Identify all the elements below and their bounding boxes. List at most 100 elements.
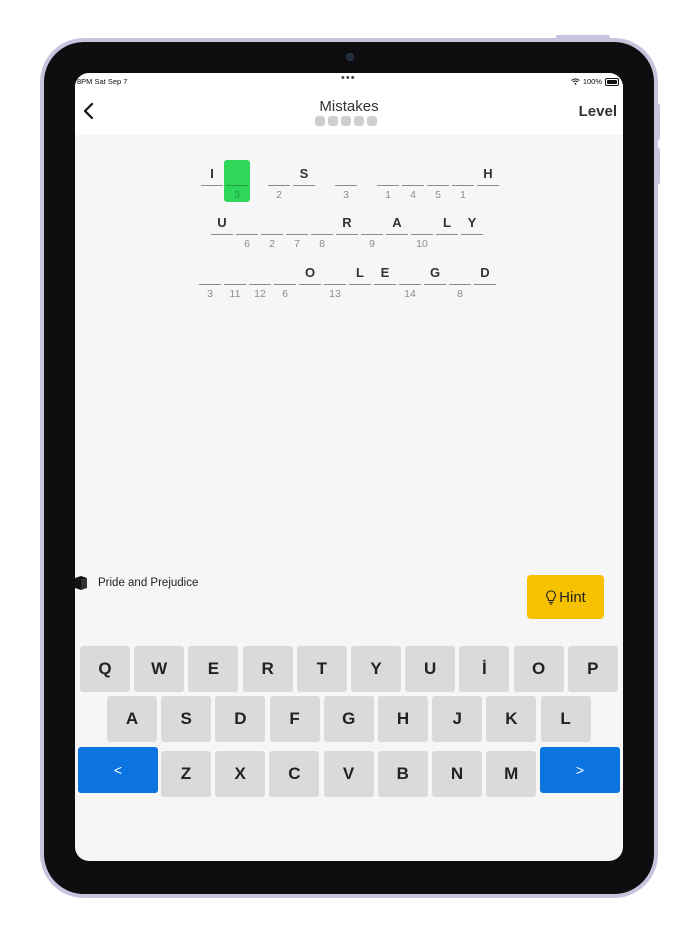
cell-number: 13 <box>329 288 341 300</box>
cell-letter <box>274 265 296 281</box>
cell-number: 11 <box>229 288 241 300</box>
puzzle-cell[interactable]: 2 <box>268 160 290 201</box>
cell-underline <box>477 185 499 186</box>
puzzle-cell[interactable]: 8 <box>311 209 333 250</box>
puzzle-cell[interactable]: I <box>201 160 223 200</box>
cell-letter <box>224 265 246 281</box>
puzzle-cell[interactable]: 6 <box>274 259 296 300</box>
hint-button[interactable]: Hint <box>527 575 604 619</box>
cell-underline <box>374 284 396 285</box>
cell-underline <box>299 284 321 285</box>
previous-cell-button[interactable]: < <box>78 747 158 793</box>
key-row3-6[interactable]: M <box>486 751 537 797</box>
cell-number: 5 <box>435 189 441 201</box>
puzzle-cell[interactable]: L <box>349 259 371 299</box>
puzzle-cell[interactable]: G <box>424 259 446 299</box>
puzzle-cell[interactable]: U <box>211 209 233 249</box>
cell-number: 7 <box>294 238 300 250</box>
puzzle-cell[interactable]: H <box>477 160 499 200</box>
key-row2-3[interactable]: F <box>269 696 320 742</box>
key-row2-7[interactable]: K <box>486 696 537 742</box>
puzzle-cell[interactable]: 2 <box>261 209 283 250</box>
cell-underline <box>261 234 283 235</box>
cell-letter <box>377 166 399 182</box>
puzzle-cell[interactable]: O <box>299 259 321 299</box>
puzzle-cell-selected[interactable]: 3 <box>224 160 250 202</box>
key-row3-1[interactable]: X <box>215 751 266 797</box>
cell-underline <box>349 284 371 285</box>
puzzle-cell[interactable]: R <box>336 209 358 249</box>
cell-letter: L <box>443 215 451 230</box>
cell-letter: S <box>299 166 309 181</box>
cell-underline <box>293 185 315 186</box>
key-row2-4[interactable]: G <box>323 696 374 742</box>
next-cell-button[interactable]: > <box>540 747 620 793</box>
key-9[interactable]: P <box>567 646 618 692</box>
puzzle-cell[interactable]: 10 <box>411 209 433 250</box>
cell-letter <box>402 166 424 182</box>
key-1[interactable]: W <box>134 646 185 692</box>
cell-letter <box>452 166 474 182</box>
cell-underline <box>286 234 308 235</box>
puzzle-cell[interactable]: 8 <box>449 259 471 300</box>
puzzle-cell[interactable]: E <box>374 259 396 299</box>
key-3[interactable]: R <box>242 646 293 692</box>
top-button <box>556 35 610 39</box>
key-row2-5[interactable]: H <box>378 696 428 742</box>
puzzle-cell[interactable]: 14 <box>399 259 421 300</box>
key-row2-6[interactable]: J <box>432 696 483 742</box>
puzzle-cell[interactable]: 7 <box>286 209 308 250</box>
puzzle-cell[interactable]: 5 <box>427 160 449 201</box>
key-6[interactable]: U <box>405 646 456 692</box>
cell-number: 8 <box>457 288 463 300</box>
puzzle-cell[interactable]: 3 <box>199 259 221 300</box>
key-row2-8[interactable]: L <box>540 696 591 742</box>
puzzle-cell[interactable]: S <box>293 160 315 200</box>
cell-letter <box>411 215 433 231</box>
cell-number: 2 <box>276 189 282 201</box>
puzzle-cell[interactable]: A <box>386 209 408 249</box>
cell-underline <box>201 185 223 186</box>
puzzle-cell[interactable]: D <box>474 259 496 299</box>
letter-keyboard: Q W E R T Y U İ O P A S D F G H J K L < Z X C V B N M > <box>75 645 623 805</box>
cell-letter <box>268 166 290 182</box>
puzzle-cell[interactable]: 4 <box>402 160 424 201</box>
lightbulb-icon <box>546 589 556 605</box>
cell-underline <box>336 234 358 235</box>
cell-number: 6 <box>244 238 250 250</box>
cell-underline <box>199 284 221 285</box>
quote-source-title: Pride and Prejudice <box>98 577 199 589</box>
key-row3-2[interactable]: C <box>269 751 320 797</box>
key-5[interactable]: Y <box>351 646 401 692</box>
puzzle-cell[interactable]: L <box>436 209 458 249</box>
puzzle-cell[interactable]: 11 <box>224 259 246 300</box>
cell-underline <box>386 234 408 235</box>
puzzle-cell[interactable]: 3 <box>335 160 357 201</box>
puzzle-cell[interactable]: 12 <box>249 259 271 300</box>
key-row3-0[interactable]: Z <box>161 751 211 797</box>
key-row3-4[interactable]: B <box>377 751 428 797</box>
cell-number: 4 <box>410 189 416 201</box>
cell-underline <box>449 284 471 285</box>
key-7[interactable]: İ <box>459 646 510 692</box>
quote-source: Pride and Prejudice <box>75 575 198 591</box>
key-row2-2[interactable]: D <box>215 696 266 742</box>
puzzle-cell[interactable]: 1 <box>452 160 474 201</box>
puzzle-cell[interactable]: 13 <box>324 259 346 300</box>
key-2[interactable]: E <box>188 646 239 692</box>
cell-letter <box>311 215 333 231</box>
cell-letter <box>427 166 449 182</box>
puzzle-cell[interactable]: Y <box>461 209 483 249</box>
puzzle-cell[interactable]: 1 <box>377 160 399 201</box>
key-row2-1[interactable]: S <box>161 696 212 742</box>
key-row2-0[interactable]: A <box>107 696 157 742</box>
puzzle-cell[interactable]: 6 <box>236 209 258 250</box>
cryptogram-puzzle: I 3 2 S 3 1 4 5 1 H U 6 2 7 8 R 9 A 10 L Y 3 11 12 6 O 13 L E 14 G 8 D <box>75 73 623 333</box>
key-0[interactable]: Q <box>80 646 130 692</box>
key-row3-5[interactable]: N <box>432 751 482 797</box>
key-8[interactable]: O <box>513 646 564 692</box>
puzzle-cell[interactable]: 9 <box>361 209 383 250</box>
key-row3-3[interactable]: V <box>323 751 374 797</box>
key-4[interactable]: T <box>296 646 347 692</box>
cell-letter: O <box>304 265 316 280</box>
